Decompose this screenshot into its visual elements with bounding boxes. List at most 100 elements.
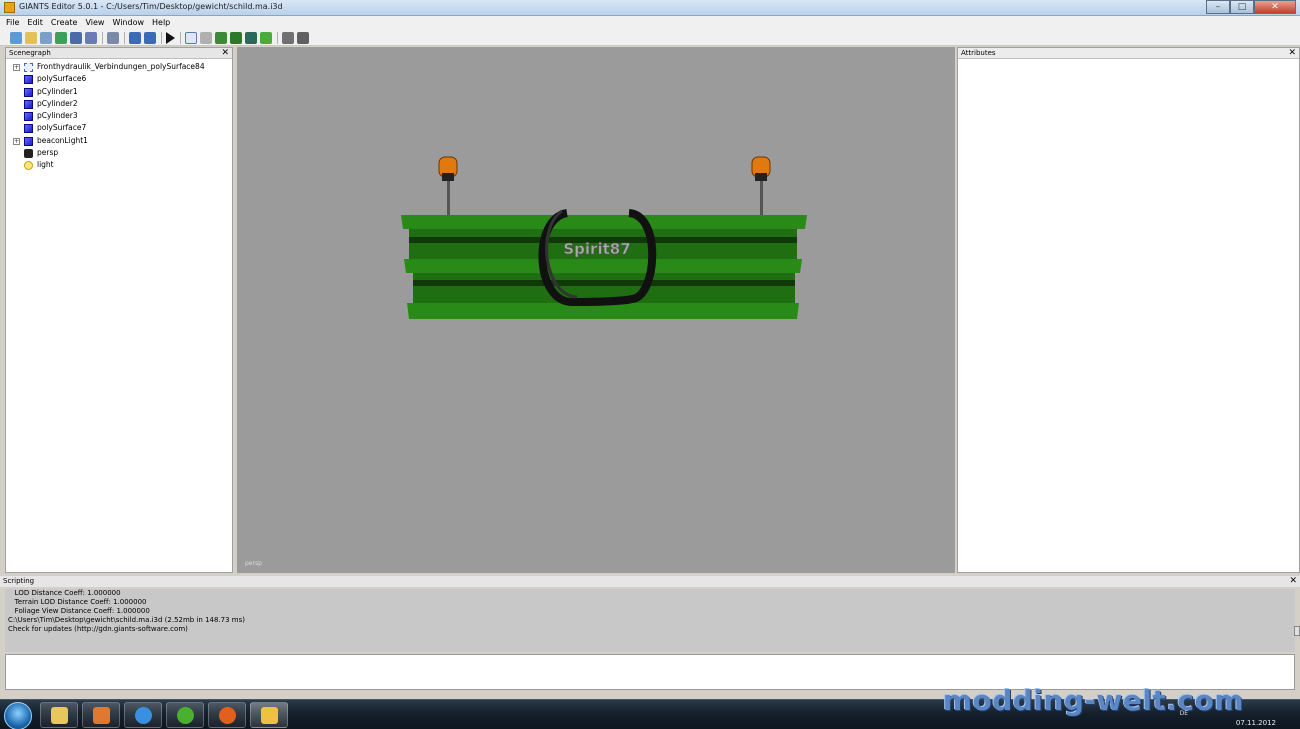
terrain-sculpt-icon[interactable]	[215, 31, 227, 44]
taskbar: modding-welt.com DE 07.11.2012	[0, 684, 1300, 729]
expand-icon[interactable]: +	[13, 64, 20, 71]
scenegraph-tree: + Fronthydraulik_Verbindungen_polySurfac…	[6, 59, 232, 172]
tree-item-label: pCylinder1	[37, 86, 78, 96]
cube-icon	[24, 112, 33, 122]
menu-bar: File Edit Create View Window Help	[0, 16, 1300, 30]
script-output: LOD Distance Coeff: 1.000000 Terrain LOD…	[5, 589, 1295, 652]
new-icon[interactable]	[10, 31, 22, 44]
reload-icon[interactable]	[55, 31, 67, 44]
menu-help[interactable]: Help	[152, 16, 170, 30]
language-indicator[interactable]: DE	[1180, 710, 1188, 717]
tree-item[interactable]: polySurface6	[6, 73, 232, 85]
import-icon[interactable]	[40, 31, 52, 44]
toolbar-separator	[277, 31, 278, 44]
explorer-icon	[51, 707, 68, 724]
attributes-panel: Attributes ✕	[957, 47, 1300, 573]
tree-item[interactable]: + Fronthydraulik_Verbindungen_polySurfac…	[6, 61, 232, 73]
cube-icon	[24, 75, 33, 85]
media-player-icon	[93, 707, 110, 724]
select-icon[interactable]	[185, 31, 197, 44]
taskbar-app-firefox[interactable]	[208, 702, 246, 728]
taskbar-app-giants-editor[interactable]	[250, 702, 288, 728]
save-as-icon[interactable]	[85, 31, 97, 44]
play-icon[interactable]	[166, 31, 175, 44]
expand-icon[interactable]: +	[13, 137, 20, 145]
menu-file[interactable]: File	[6, 16, 19, 30]
taskbar-app-explorer[interactable]	[40, 702, 78, 728]
log-line: Foliage View Distance Coeff: 1.000000	[8, 607, 150, 615]
start-button[interactable]	[4, 702, 32, 729]
export-icon[interactable]	[107, 31, 119, 44]
scenegraph-title: Scenegraph	[9, 49, 51, 57]
cube-icon	[24, 136, 33, 146]
window-controls: – □ ✕	[1206, 0, 1296, 15]
tree-item-label: light	[37, 160, 54, 170]
close-icon[interactable]: ✕	[1288, 48, 1296, 59]
terrain-paint-icon[interactable]	[230, 31, 242, 44]
menu-create[interactable]: Create	[51, 16, 78, 30]
light-bulb-icon	[24, 161, 33, 171]
scripting-title: Scripting	[3, 577, 35, 585]
toolbar-separator	[161, 31, 162, 44]
scripting-header: Scripting ✕	[0, 576, 1300, 587]
menu-edit[interactable]: Edit	[27, 16, 43, 30]
tree-item-label: beaconLight1	[37, 135, 88, 145]
close-button[interactable]: ✕	[1254, 0, 1296, 14]
tree-item-label: Fronthydraulik_Verbindungen_polySurface8…	[37, 62, 205, 71]
foliage-icon[interactable]	[260, 31, 272, 44]
clock-date[interactable]: 07.11.2012	[1236, 719, 1276, 727]
close-icon[interactable]: ✕	[1289, 576, 1297, 587]
settings-icon[interactable]	[297, 31, 309, 44]
tree-item[interactable]: persp	[6, 147, 232, 159]
tree-item[interactable]: pCylinder2	[6, 98, 232, 110]
cube-icon	[24, 99, 33, 109]
beacon-post-right	[760, 175, 763, 217]
window-title: GIANTS Editor 5.0.1 - C:/Users/Tim/Deskt…	[19, 2, 283, 11]
scripting-panel: Scripting ✕ LOD Distance Coeff: 1.000000…	[0, 576, 1300, 693]
tree-item-label: polySurface7	[37, 123, 87, 133]
scene-render: Spirit87	[401, 156, 807, 319]
close-icon[interactable]: ✕	[221, 48, 229, 59]
transform-icon	[24, 63, 33, 72]
save-icon[interactable]	[70, 31, 82, 44]
tree-item[interactable]: + beaconLight1	[6, 135, 232, 147]
tree-item[interactable]: polySurface7	[6, 122, 232, 134]
scenegraph-panel: Scenegraph ✕ + Fronthydraulik_Verbindung…	[5, 47, 233, 573]
scrollbar[interactable]	[1294, 626, 1300, 636]
taskbar-app-icq[interactable]	[166, 702, 204, 728]
open-icon[interactable]	[25, 31, 37, 44]
minimize-button[interactable]: –	[1206, 0, 1230, 14]
internet-explorer-icon	[135, 707, 152, 724]
log-line: C:\Users\Tim\Desktop\gewicht\schild.ma.i…	[8, 616, 245, 624]
cube-icon	[24, 124, 33, 134]
magnet-icon[interactable]	[200, 31, 212, 44]
maximize-button[interactable]: □	[1230, 0, 1254, 14]
taskbar-app-internet-explorer[interactable]	[124, 702, 162, 728]
icq-icon	[177, 707, 194, 724]
scenegraph-header: Scenegraph ✕	[6, 48, 232, 59]
redo-icon[interactable]	[144, 31, 156, 44]
undo-icon[interactable]	[129, 31, 141, 44]
terrain-smooth-icon[interactable]	[245, 31, 257, 44]
taskbar-app-media-player[interactable]	[82, 702, 120, 728]
log-line: Check for updates (http://gdn.giants-sof…	[8, 625, 188, 633]
giants-editor-icon	[261, 707, 278, 724]
log-line: Terrain LOD Distance Coeff: 1.000000	[8, 598, 147, 606]
3d-viewport[interactable]: Spirit87 persp	[237, 47, 955, 573]
toolbar-separator	[180, 31, 181, 44]
tree-item-label: pCylinder3	[37, 111, 78, 121]
attributes-title: Attributes	[961, 49, 996, 57]
camera-icon	[24, 149, 33, 159]
tree-item-label: polySurface6	[37, 74, 87, 84]
navmesh-icon[interactable]	[282, 31, 294, 44]
beacon-light-right	[751, 156, 771, 181]
firefox-icon	[219, 707, 236, 724]
menu-view[interactable]: View	[85, 16, 104, 30]
tree-item[interactable]: light	[6, 159, 232, 171]
menu-window[interactable]: Window	[112, 16, 144, 30]
attributes-header: Attributes ✕	[958, 48, 1299, 59]
tree-item[interactable]: pCylinder3	[6, 110, 232, 122]
watermark: modding-welt.com	[942, 684, 1244, 717]
tree-item[interactable]: pCylinder1	[6, 86, 232, 98]
app-icon	[4, 2, 15, 13]
